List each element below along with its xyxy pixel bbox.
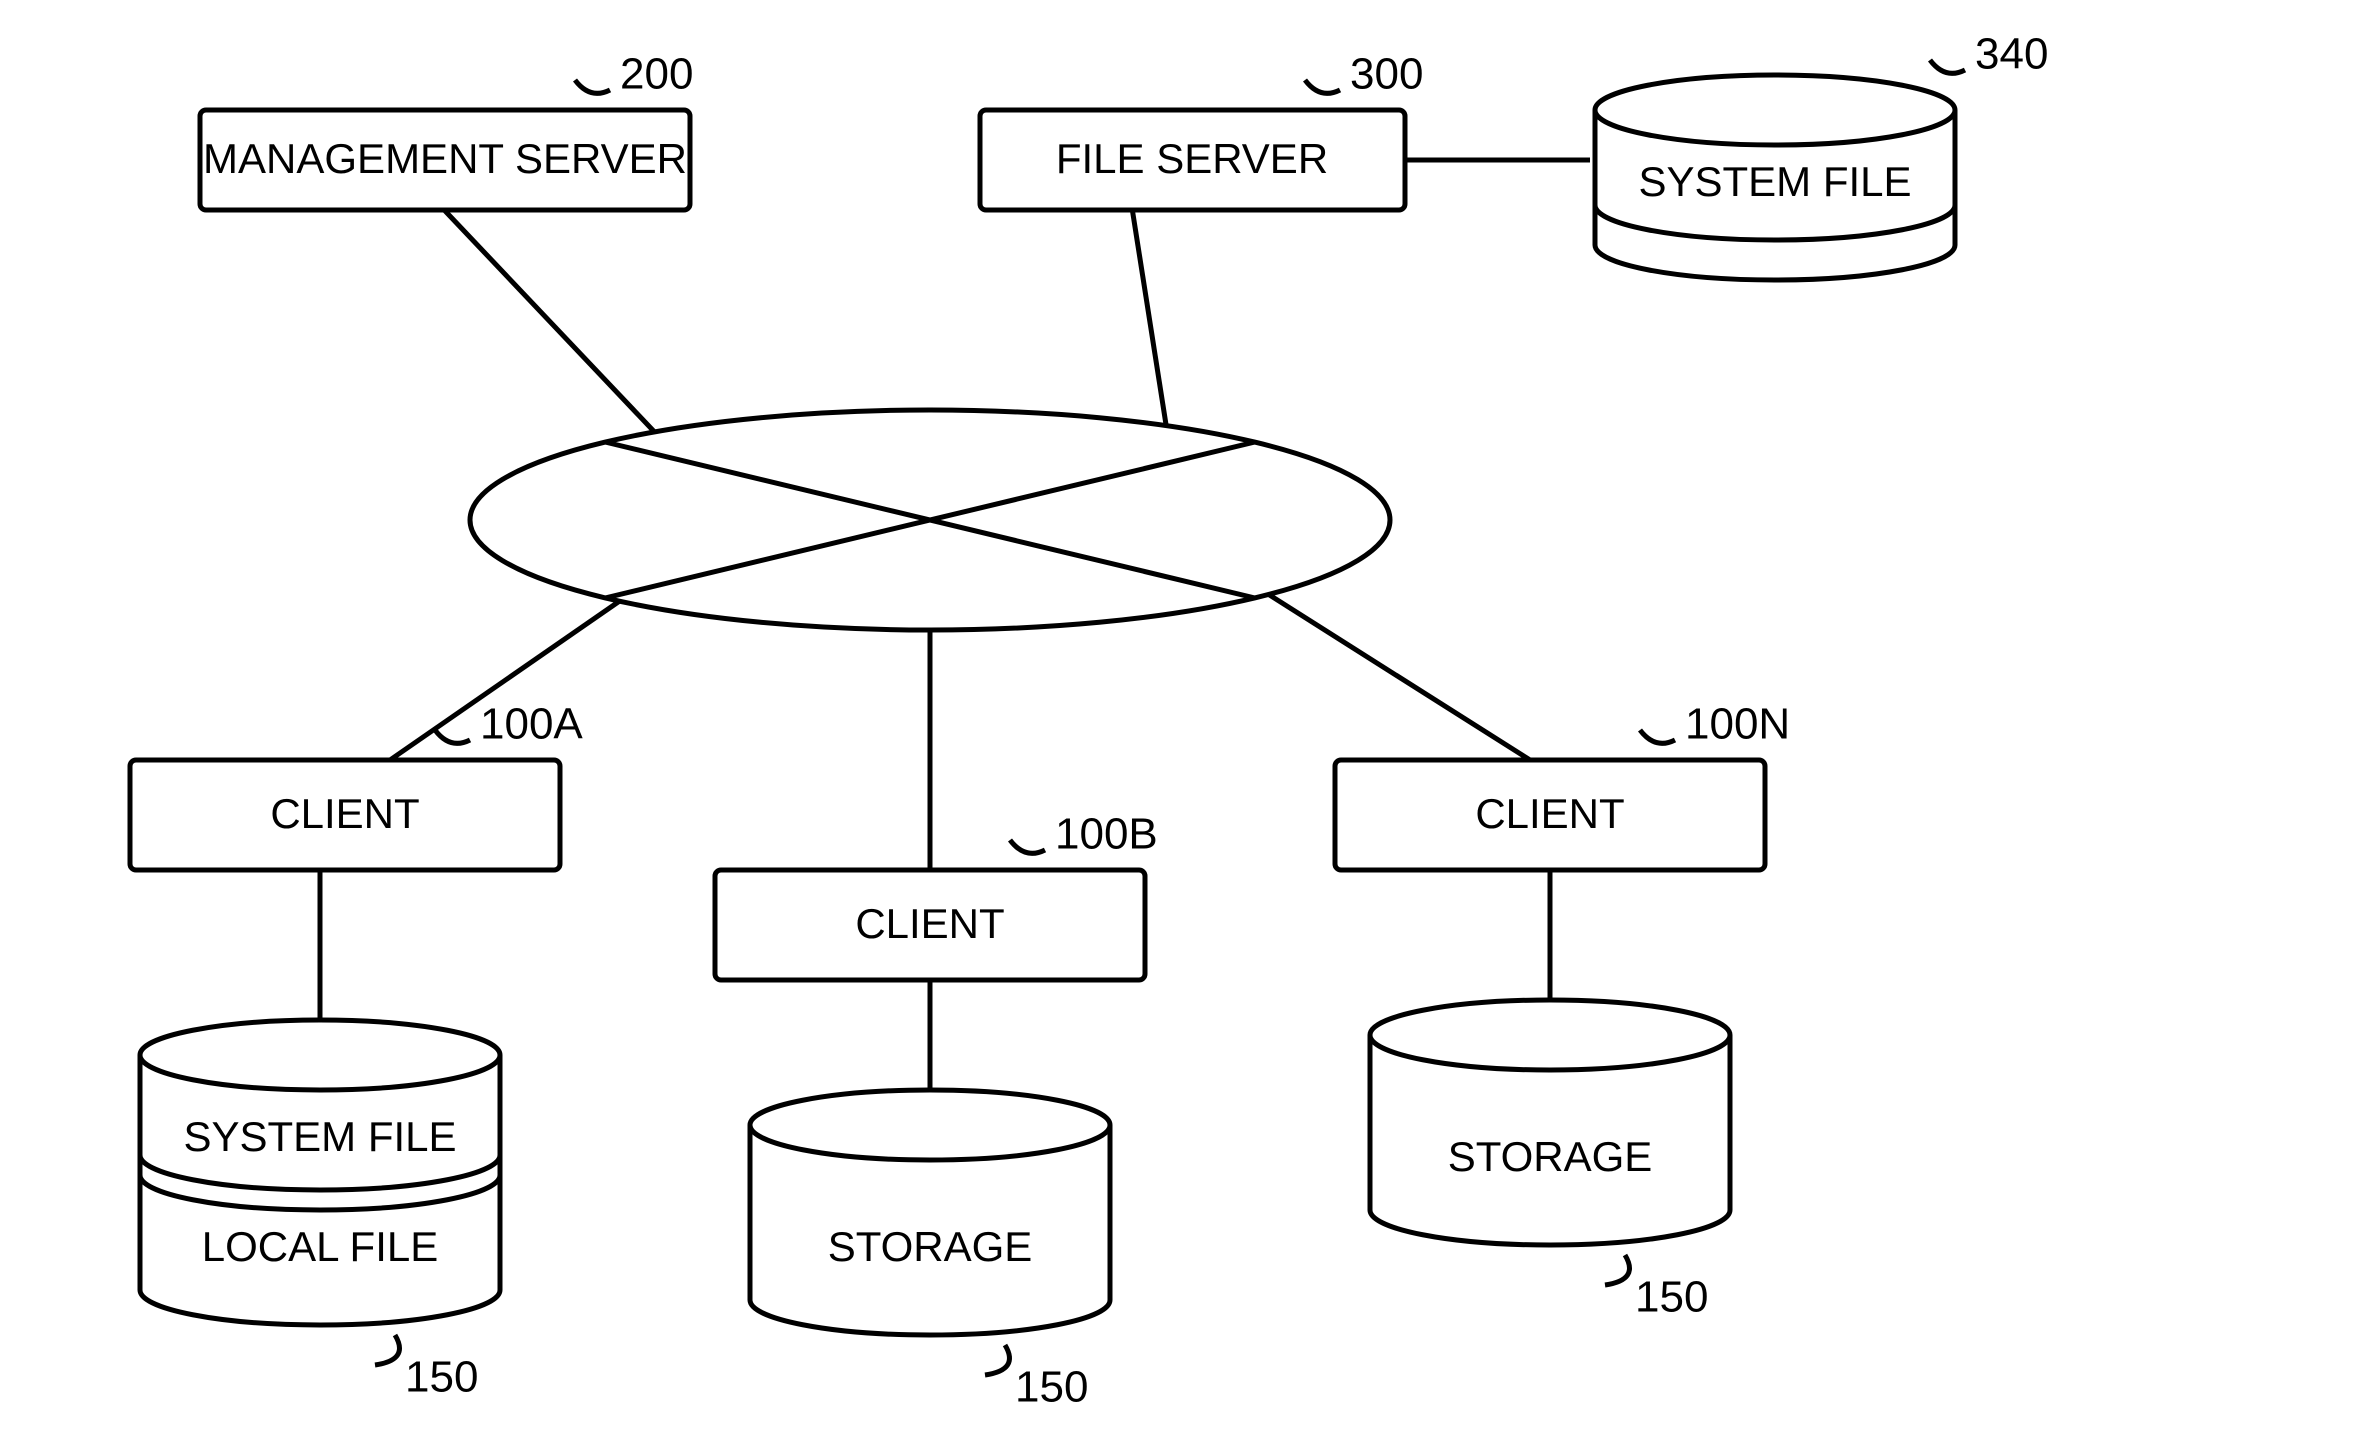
client-b-ref: 100B — [1055, 810, 1158, 859]
ref-leader — [985, 1345, 1010, 1375]
storage-a-disk: SYSTEM FILE LOCAL FILE 150 — [140, 1020, 500, 1402]
ref-leader — [1605, 1255, 1630, 1285]
ref-leader — [375, 1335, 400, 1365]
client-n-ref: 100N — [1685, 700, 1790, 749]
client-a-block: CLIENT 100A — [130, 700, 583, 870]
storage-n-label: STORAGE — [1448, 1133, 1653, 1180]
network-hub — [470, 410, 1390, 630]
client-b-block: CLIENT 100B — [715, 810, 1158, 980]
client-n-block: CLIENT 100N — [1335, 700, 1790, 870]
management-server-ref: 200 — [620, 50, 693, 99]
storage-b-label: STORAGE — [828, 1223, 1033, 1270]
system-file-label: SYSTEM FILE — [1638, 158, 1911, 205]
ref-leader — [575, 80, 610, 93]
link-fsrv-hub — [1130, 195, 1170, 450]
file-server-ref: 300 — [1350, 50, 1423, 99]
storage-n-ref: 150 — [1635, 1273, 1708, 1322]
network-diagram: MANAGEMENT SERVER 200 FILE SERVER 300 SY… — [0, 0, 2366, 1453]
storage-a-localfile-label: LOCAL FILE — [202, 1223, 439, 1270]
link-hub-cliN — [1230, 570, 1530, 760]
ref-leader — [435, 730, 470, 743]
file-server-block: FILE SERVER 300 — [980, 50, 1423, 210]
file-server-label: FILE SERVER — [1056, 135, 1328, 182]
storage-a-ref: 150 — [405, 1353, 478, 1402]
ref-leader — [1010, 840, 1045, 853]
system-file-ref: 340 — [1975, 30, 2048, 79]
client-a-ref: 100A — [480, 700, 583, 749]
system-file-disk: SYSTEM FILE 340 — [1595, 30, 2048, 280]
ref-leader — [1640, 730, 1675, 743]
management-server-block: MANAGEMENT SERVER 200 — [200, 50, 693, 210]
storage-b-ref: 150 — [1015, 1363, 1088, 1412]
ref-leader — [1305, 80, 1340, 93]
management-server-label: MANAGEMENT SERVER — [203, 135, 687, 182]
storage-b-disk: STORAGE 150 — [750, 1090, 1110, 1412]
ref-leader — [1930, 60, 1965, 73]
storage-n-disk: STORAGE 150 — [1370, 1000, 1730, 1322]
client-a-label: CLIENT — [270, 790, 419, 837]
client-b-label: CLIENT — [855, 900, 1004, 947]
storage-a-systemfile-label: SYSTEM FILE — [183, 1113, 456, 1160]
client-n-label: CLIENT — [1475, 790, 1624, 837]
